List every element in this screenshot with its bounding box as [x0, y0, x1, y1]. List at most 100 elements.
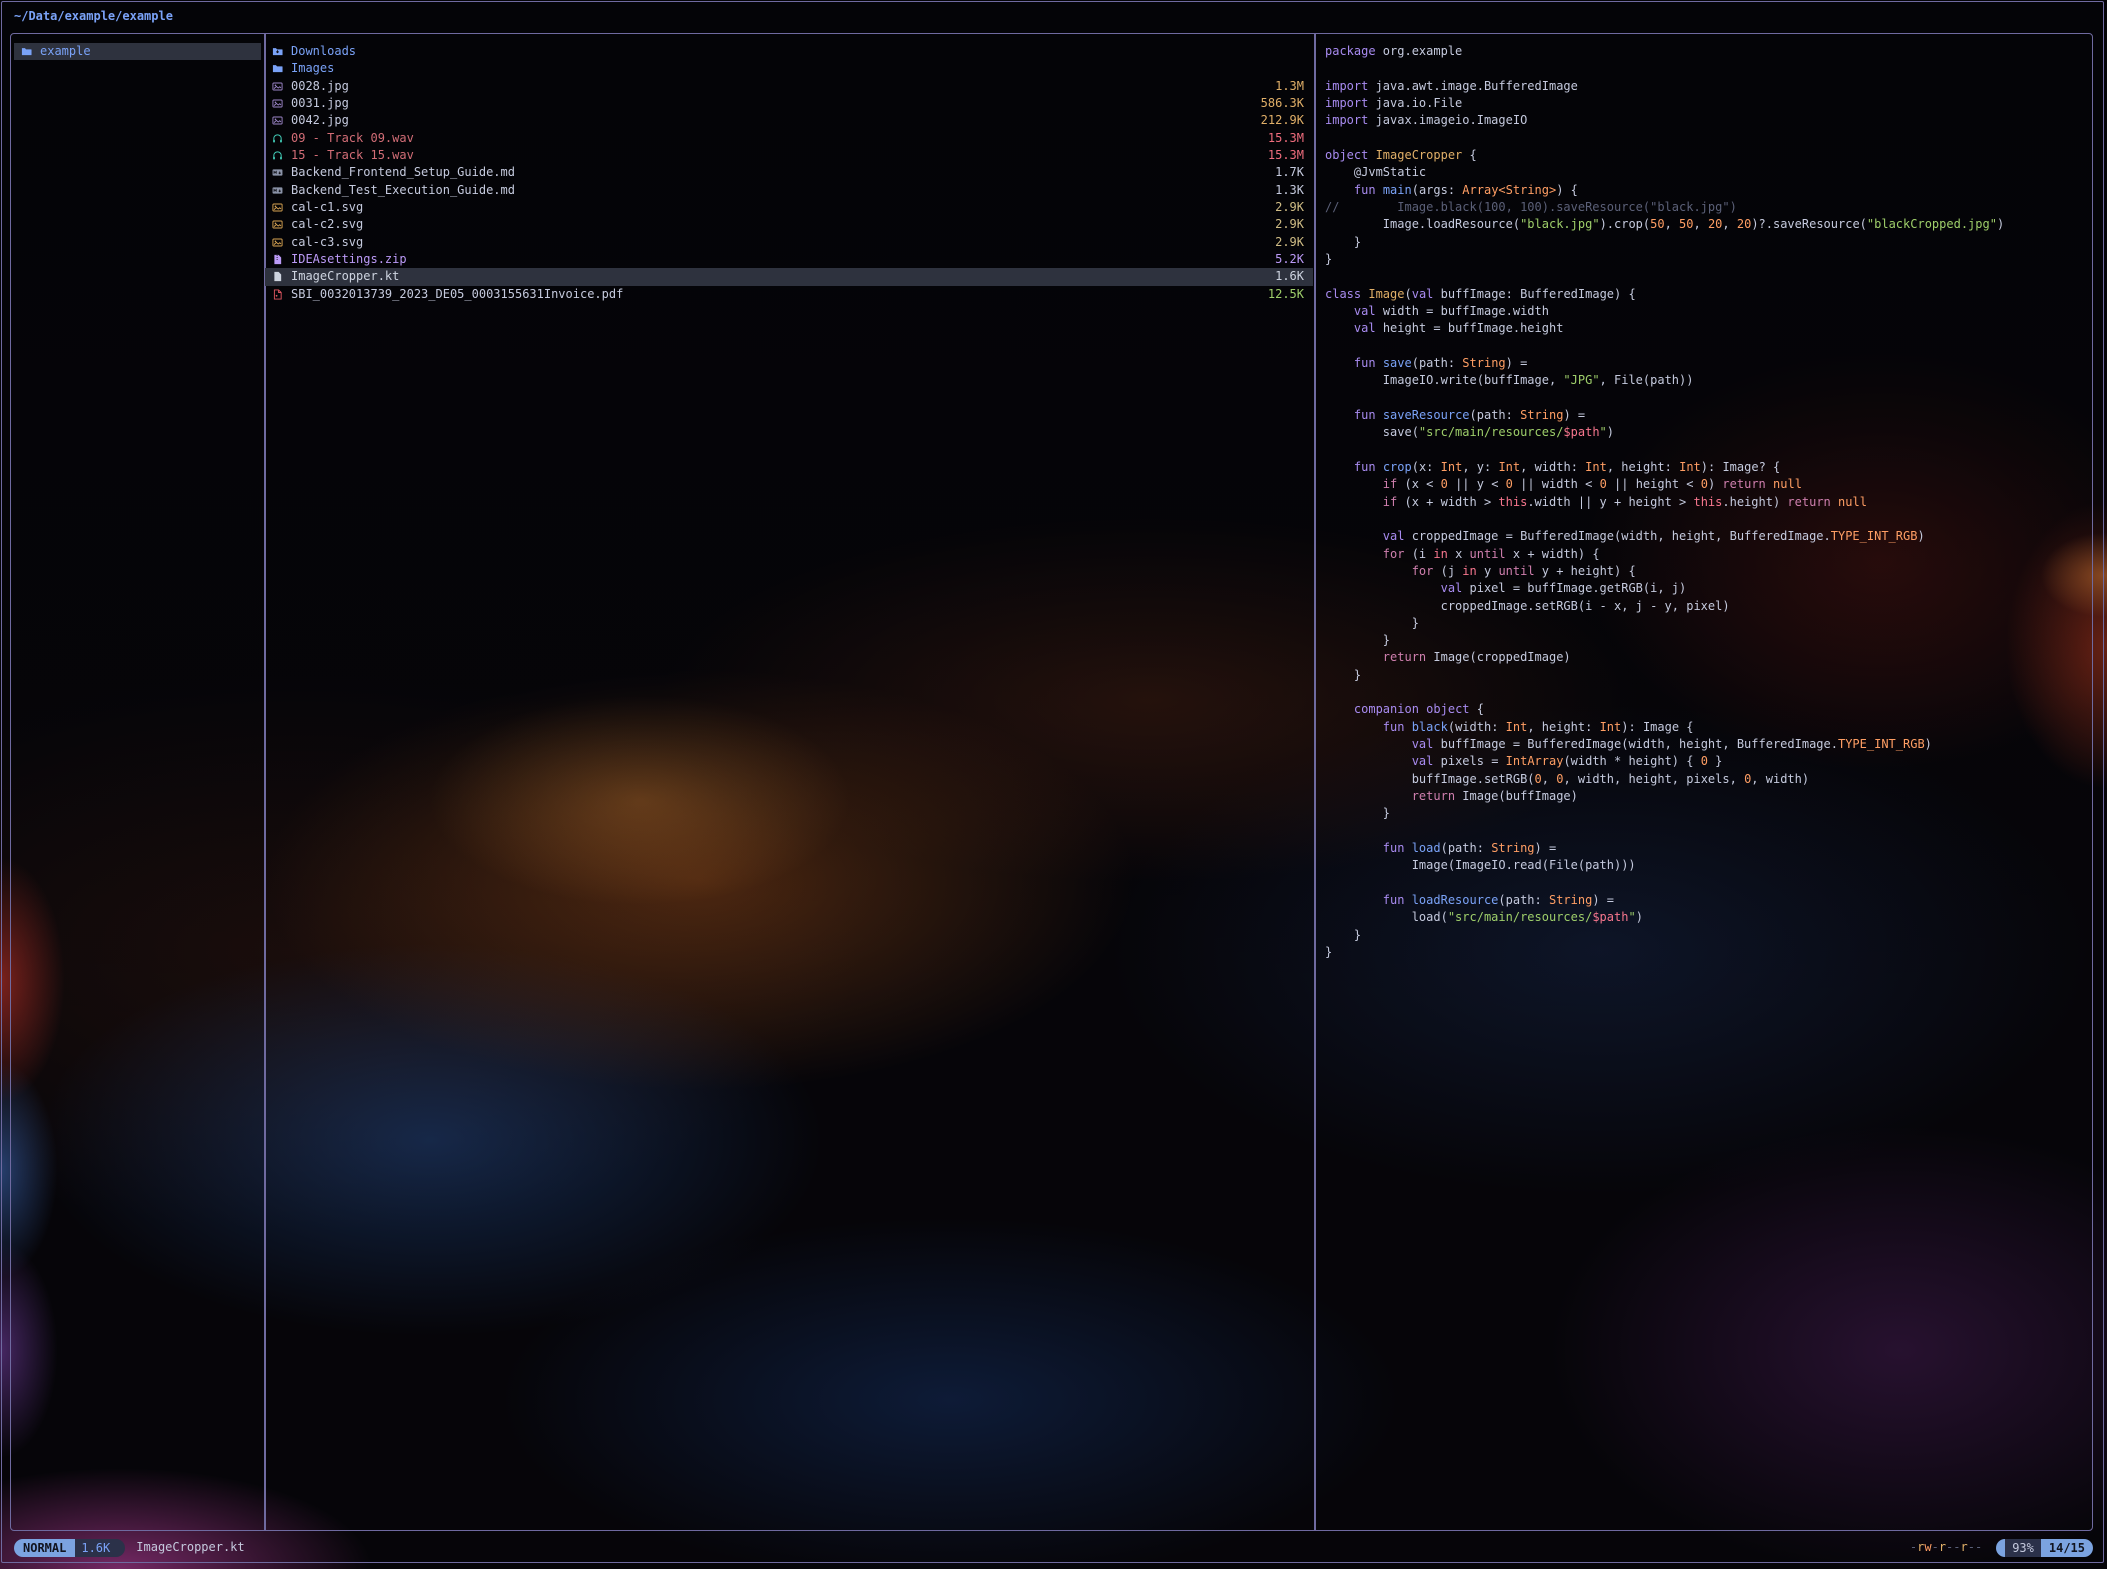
file-row[interactable]: cal-c3.svg 2.9K: [265, 234, 1313, 251]
code-line: val pixels = IntArray(width * height) { …: [1325, 753, 2090, 770]
file-name: Downloads: [291, 43, 1296, 60]
file-size: 1.3M: [1275, 78, 1304, 95]
code-preview-pane: package org.example import java.awt.imag…: [1325, 43, 2090, 961]
code-line: import javax.imageio.ImageIO: [1325, 112, 2090, 129]
image-icon: [272, 80, 285, 92]
file-size: 1.6K: [1275, 268, 1304, 285]
file-list-pane: DownloadsImages0028.jpg 1.3M0031.jpg586.3…: [265, 43, 1313, 303]
code-line: return Image(buffImage): [1325, 788, 2090, 805]
code-line: val width = buffImage.width: [1325, 303, 2090, 320]
file-name: Images: [291, 60, 1296, 77]
file-row[interactable]: SBI_0032013739_2023_DE05_0003155631Invoi…: [265, 286, 1313, 303]
code-line: load("src/main/resources/$path"): [1325, 909, 2090, 926]
file-row[interactable]: 0028.jpg 1.3M: [265, 78, 1313, 95]
file-size: 12.5K: [1268, 286, 1304, 303]
code-line: if (x + width > this.width || y + height…: [1325, 494, 2090, 511]
code-line: [1325, 684, 2090, 701]
code-line: [1325, 875, 2090, 892]
folder-icon: [21, 46, 34, 58]
file-name: ImageCropper.kt: [291, 268, 1267, 285]
code-line: ImageIO.write(buffImage, "JPG", File(pat…: [1325, 372, 2090, 389]
image-icon: [272, 115, 285, 127]
file-name: 09 - Track 09.wav: [291, 130, 1260, 147]
code-line: save("src/main/resources/$path"): [1325, 424, 2090, 441]
file-name: 0042.jpg: [291, 112, 1253, 129]
status-right: -rw-r--r-- 93%14/15: [1910, 1538, 2093, 1557]
file-row[interactable]: 09 - Track 09.wav 15.3M: [265, 130, 1313, 147]
file-size: 1.3K: [1275, 182, 1304, 199]
code-line: [1325, 511, 2090, 528]
code-line: // Image.black(100, 100).saveResource("b…: [1325, 199, 2090, 216]
folder-download-icon: [272, 46, 285, 58]
code-line: [1325, 823, 2090, 840]
file-size-indicator: 1.6K: [75, 1539, 116, 1557]
file-row[interactable]: cal-c2.svg 2.9K: [265, 216, 1313, 233]
file-name: Backend_Frontend_Setup_Guide.md: [291, 164, 1267, 181]
pill-start-cap: [1996, 1539, 2005, 1557]
code-line: }: [1325, 615, 2090, 632]
code-line: }: [1325, 632, 2090, 649]
code-line: fun load(path: String) =: [1325, 840, 2090, 857]
code-line: fun save(path: String) =: [1325, 355, 2090, 372]
code-line: object ImageCropper {: [1325, 147, 2090, 164]
file-name: 0028.jpg: [291, 78, 1267, 95]
code-line: buffImage.setRGB(0, 0, width, height, pi…: [1325, 771, 2090, 788]
file-row[interactable]: cal-c1.svg2.9K: [265, 199, 1313, 216]
file-row[interactable]: Backend_Test_Execution_Guide.md1.3K: [265, 182, 1313, 199]
code-line: companion object {: [1325, 701, 2090, 718]
code-line: }: [1325, 251, 2090, 268]
hovered-file-name: ImageCropper.kt: [136, 1539, 244, 1556]
file-row[interactable]: 0042.jpg 212.9K: [265, 112, 1313, 129]
code-line: }: [1325, 927, 2090, 944]
pane-separator-right: [1314, 34, 1316, 1530]
file-row[interactable]: ImageCropper.kt 1.6K: [265, 268, 1313, 285]
file-size: 212.9K: [1261, 112, 1304, 129]
code-line: val height = buffImage.height: [1325, 320, 2090, 337]
file-size: 586.3K: [1261, 95, 1304, 112]
markdown-icon: [272, 167, 285, 179]
file-name: SBI_0032013739_2023_DE05_0003155631Invoi…: [291, 286, 1260, 303]
code-line: }: [1325, 234, 2090, 251]
file-row[interactable]: example: [14, 43, 261, 60]
file-size: 2.9K: [1275, 216, 1304, 233]
markdown-icon: [272, 184, 285, 196]
file-row[interactable]: Backend_Frontend_Setup_Guide.md 1.7K: [265, 164, 1313, 181]
code-line: import java.awt.image.BufferedImage: [1325, 78, 2090, 95]
code-line: fun black(width: Int, height: Int): Imag…: [1325, 719, 2090, 736]
scroll-percent: 93%: [2005, 1539, 2041, 1557]
code-line: val buffImage = BufferedImage(width, hei…: [1325, 736, 2090, 753]
position-pill: 93%14/15: [1996, 1539, 2093, 1557]
file-name: cal-c1.svg: [291, 199, 1267, 216]
code-line: }: [1325, 667, 2090, 684]
audio-icon: [272, 150, 285, 162]
code-line: [1325, 130, 2090, 147]
image-icon: [272, 98, 285, 110]
code-line: return Image(croppedImage): [1325, 649, 2090, 666]
file-row[interactable]: IDEAsettings.zip5.2K: [265, 251, 1313, 268]
pill-end-cap: [116, 1539, 125, 1557]
file-row[interactable]: Downloads: [265, 43, 1313, 60]
file-row[interactable]: 15 - Track 15.wav15.3M: [265, 147, 1313, 164]
cwd-path: ~/Data/example/example: [14, 8, 173, 26]
file-size: 15.3M: [1268, 130, 1304, 147]
code-line: [1325, 390, 2090, 407]
file-row[interactable]: Images: [265, 60, 1313, 77]
code-line: class Image(val buffImage: BufferedImage…: [1325, 286, 2090, 303]
file-size: 1.7K: [1275, 164, 1304, 181]
code-line: fun crop(x: Int, y: Int, width: Int, hei…: [1325, 459, 2090, 476]
code-line: [1325, 60, 2090, 77]
file-size: 2.9K: [1275, 234, 1304, 251]
file-name: cal-c2.svg: [291, 216, 1267, 233]
code-line: [1325, 338, 2090, 355]
image-icon: [272, 202, 285, 214]
file-row[interactable]: 0031.jpg586.3K: [265, 95, 1313, 112]
code-line: val pixel = buffImage.getRGB(i, j): [1325, 580, 2090, 597]
code-line: if (x < 0 || y < 0 || width < 0 || heigh…: [1325, 476, 2090, 493]
parent-pane: example: [14, 43, 261, 60]
mode-indicator: NORMAL: [14, 1539, 75, 1557]
file-name: 15 - Track 15.wav: [291, 147, 1260, 164]
pdf-icon: [272, 288, 285, 300]
code-line: @JvmStatic: [1325, 164, 2090, 181]
code-line: fun main(args: Array<String>) {: [1325, 182, 2090, 199]
file-name: cal-c3.svg: [291, 234, 1267, 251]
